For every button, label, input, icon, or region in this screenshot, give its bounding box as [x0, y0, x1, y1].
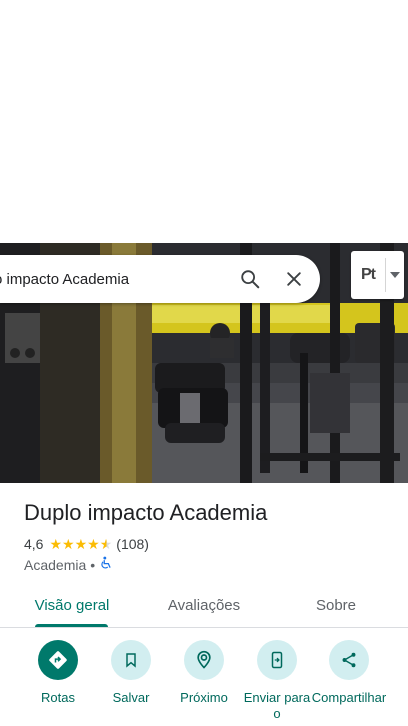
send-to-phone-label: Enviar para o: [243, 690, 311, 721]
save-label: Salvar: [112, 690, 150, 705]
share-icon[interactable]: [329, 640, 369, 680]
search-icon[interactable]: [232, 261, 268, 297]
tabs-divider: [0, 627, 408, 628]
separator-dot: •: [90, 556, 96, 573]
rating-stars: ★ ★ ★ ★ ★: [49, 537, 112, 551]
share-label: Compartilhar: [311, 690, 387, 705]
action-buttons: Rotas Salvar Próximo Enviar para o Compa…: [0, 640, 408, 726]
blank-map-area: [0, 0, 408, 243]
save-button[interactable]: Salvar: [93, 640, 169, 706]
tab-about[interactable]: Sobre: [298, 586, 374, 624]
star-icon: ★: [74, 536, 88, 552]
share-button[interactable]: Compartilhar: [311, 640, 387, 706]
nearby-icon[interactable]: [184, 640, 224, 680]
category-row: Academia •: [24, 556, 113, 573]
star-icon: ★: [87, 536, 100, 552]
rating-row[interactable]: 4,6 ★ ★ ★ ★ ★ (108): [24, 536, 149, 552]
rating-value: 4,6: [24, 536, 44, 552]
chevron-down-icon[interactable]: [386, 272, 404, 278]
directions-button[interactable]: Rotas: [20, 640, 96, 706]
close-icon[interactable]: [276, 261, 312, 297]
place-tabs: Visão geral Avaliações Sobre: [0, 586, 408, 626]
star-icon: ★: [62, 536, 75, 552]
star-icon: ★: [49, 536, 63, 552]
directions-icon[interactable]: [38, 640, 78, 680]
language-selector[interactable]: Pt: [351, 251, 404, 299]
search-query-text[interactable]: o impacto Academia: [0, 271, 232, 288]
send-to-phone-button[interactable]: Enviar para o: [239, 640, 315, 722]
nearby-button[interactable]: Próximo: [166, 640, 242, 706]
place-category: Academia: [24, 556, 87, 573]
half-star-icon: ★: [99, 536, 113, 552]
send-to-phone-icon[interactable]: [257, 640, 297, 680]
review-count[interactable]: (108): [116, 536, 149, 552]
bookmark-icon[interactable]: [111, 640, 151, 680]
place-title: Duplo impacto Academia: [24, 500, 268, 525]
tab-overview[interactable]: Visão geral: [28, 586, 116, 624]
tab-reviews[interactable]: Avaliações: [160, 586, 248, 624]
directions-label: Rotas: [41, 690, 75, 705]
search-bar[interactable]: o impacto Academia: [0, 255, 320, 303]
language-label: Pt: [361, 266, 376, 283]
wheelchair-accessible-icon: [99, 556, 113, 573]
nearby-label: Próximo: [180, 690, 228, 705]
